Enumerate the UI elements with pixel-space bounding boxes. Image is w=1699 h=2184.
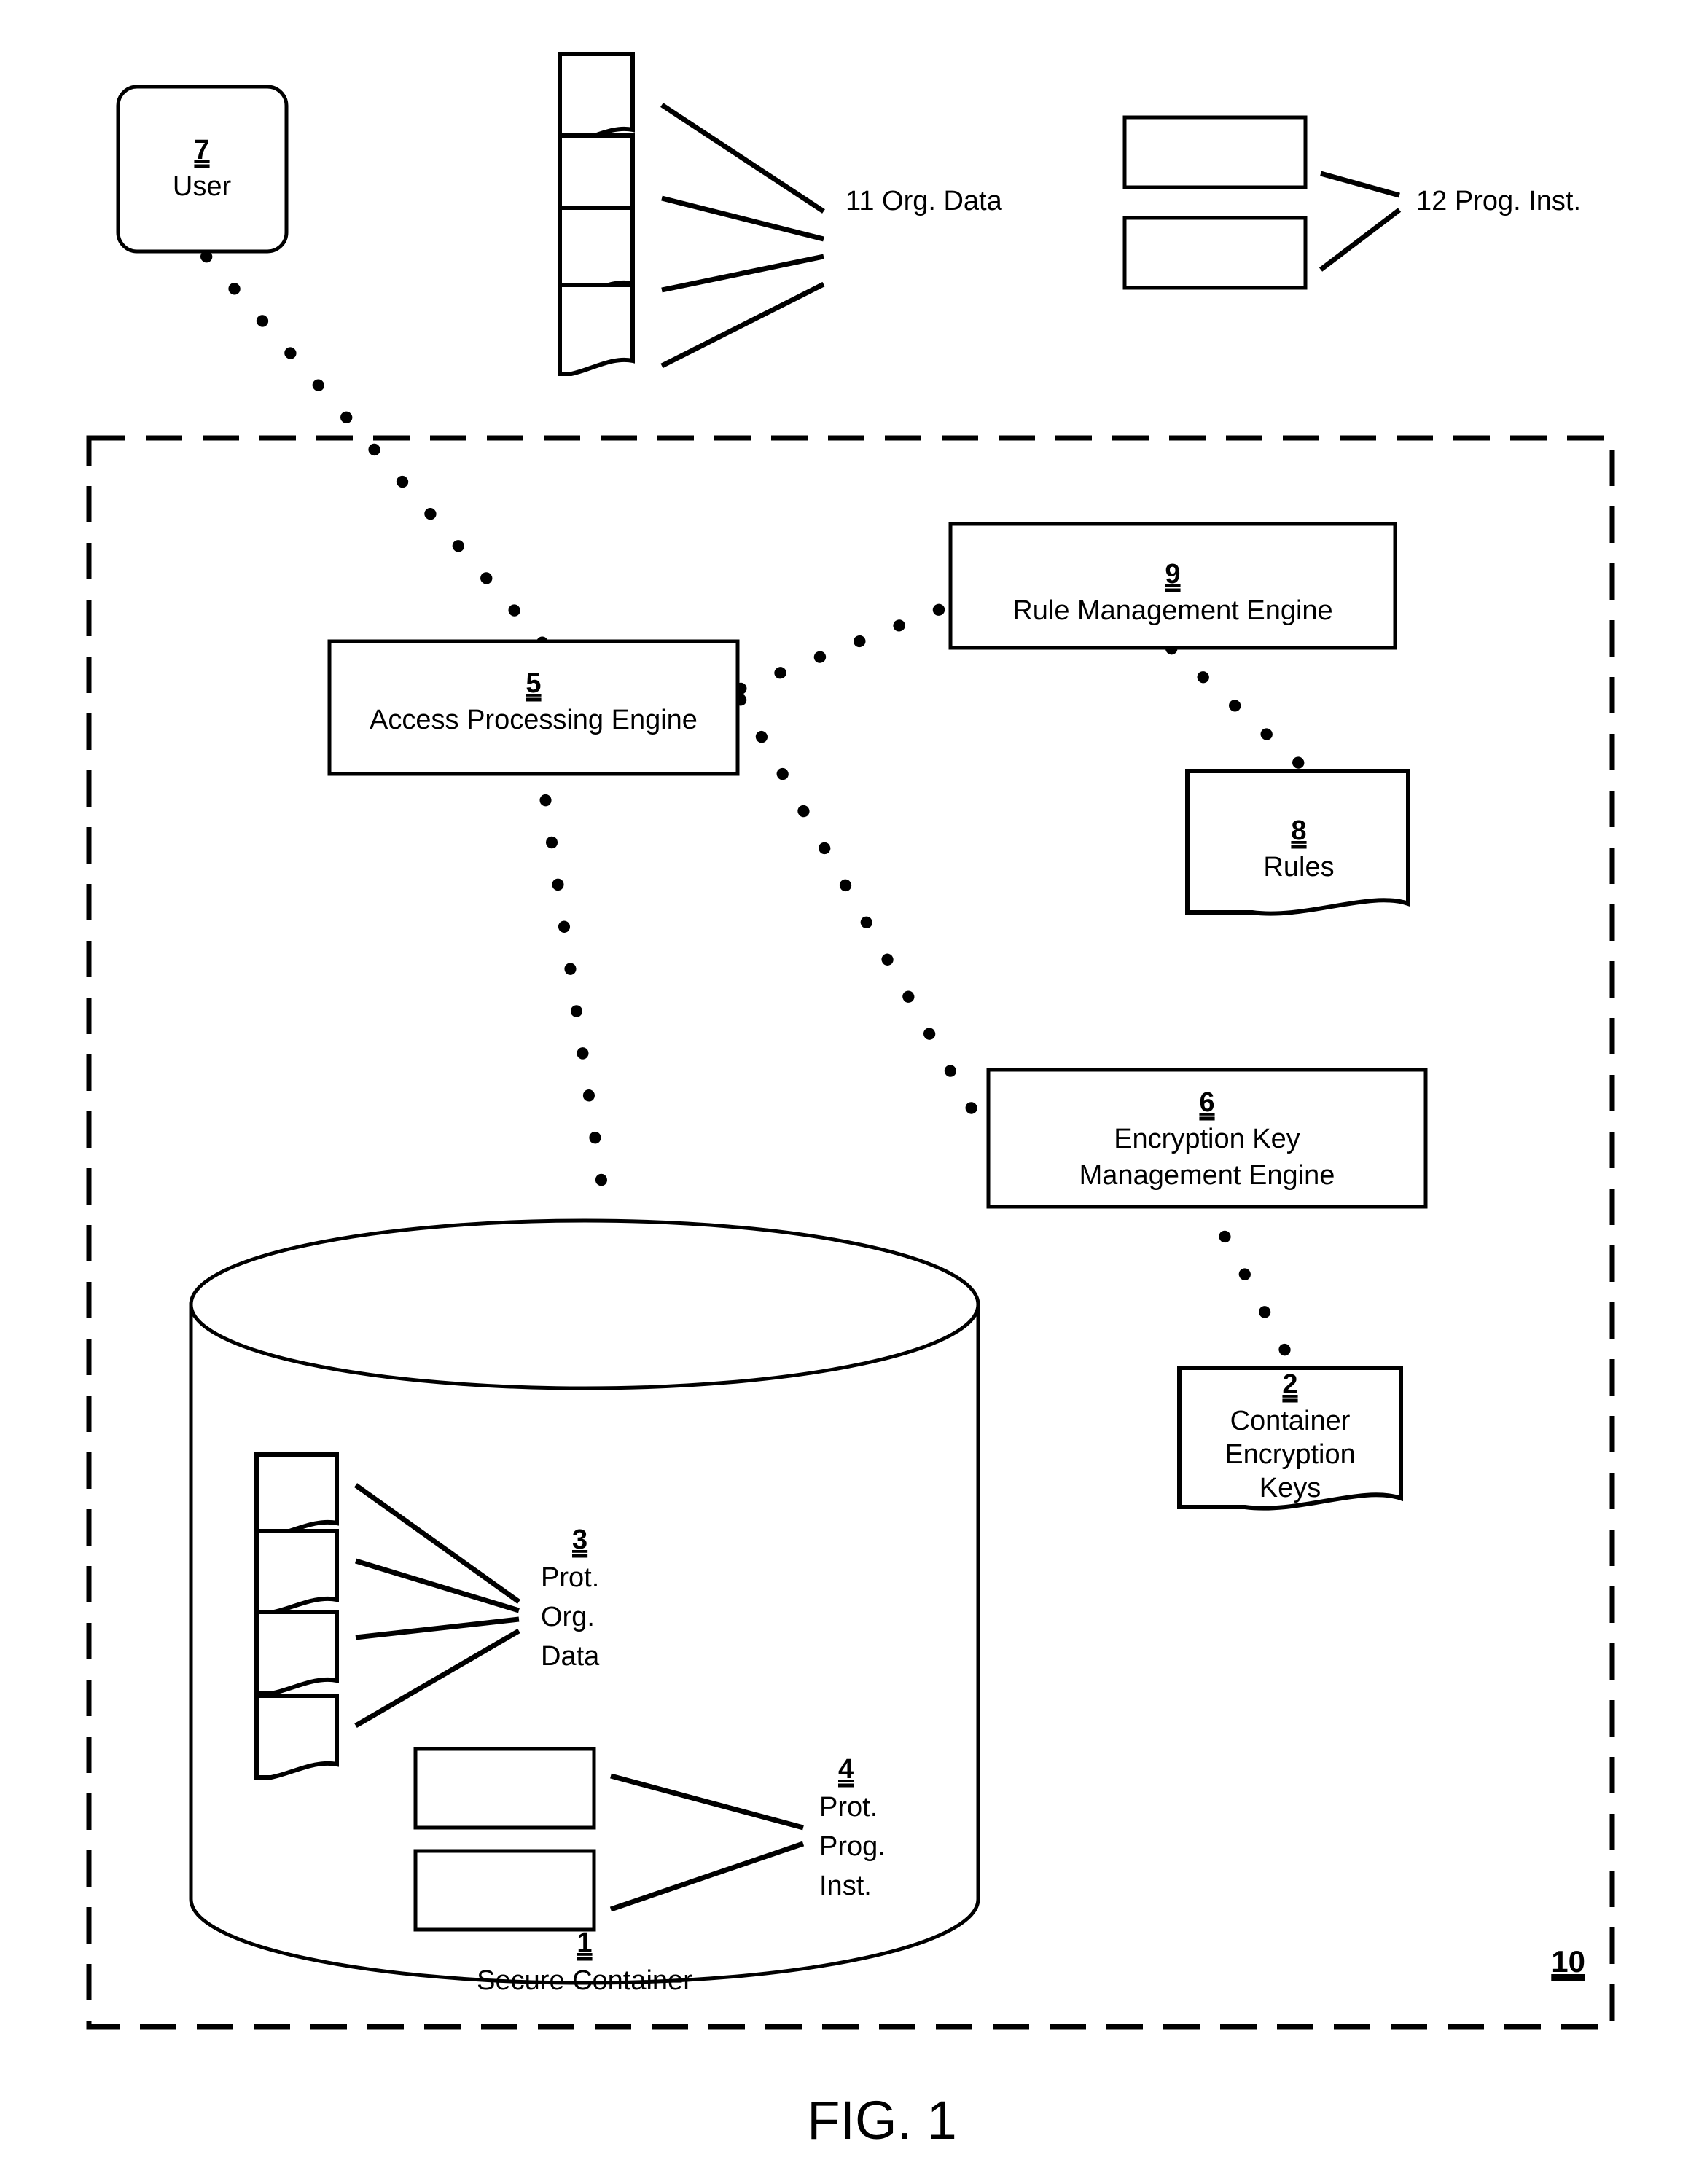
container-encryption-keys-label-line1: Container <box>1230 1406 1351 1436</box>
rules-node[interactable]: 8 Rules <box>1185 769 1410 916</box>
prot-org-data-document-1 <box>254 1452 339 1538</box>
prog-inst-group: 12 Prog. Inst. <box>1122 115 1581 290</box>
system-ref-number: 10 <box>1551 1944 1585 1978</box>
access-processing-engine-label: Access Processing Engine <box>370 705 698 735</box>
encryption-key-management-engine-label-line2: Management Engine <box>1079 1160 1335 1191</box>
container-encryption-keys-label-line3: Keys <box>1259 1473 1321 1503</box>
rules-ref-number: 8 <box>1291 815 1306 846</box>
connector-rule-engine-to-rules <box>1165 643 1307 771</box>
user-node[interactable]: 7 User <box>116 85 289 254</box>
rule-management-engine-node[interactable]: 9 Rule Management Engine <box>948 522 1397 650</box>
figure-caption: FIG. 1 <box>807 2090 957 2150</box>
connector-user-to-access-engine <box>200 251 560 662</box>
prot-prog-inst-box-2 <box>413 1849 596 1932</box>
org-data-group: 11 Org. Data <box>558 52 1003 376</box>
prot-prog-inst-box-1 <box>413 1747 596 1830</box>
rules-label: Rules <box>1263 852 1334 882</box>
prot-org-data-label-line2: Org. <box>541 1602 595 1632</box>
figure-canvas: 7 User 11 Org. Data 12 Prog. Inst. 10 5 … <box>0 0 1699 2184</box>
prog-inst-label: 12 Prog. Inst. <box>1416 186 1581 216</box>
org-data-leader-1 <box>660 103 825 214</box>
secure-container-node[interactable]: 3 Prot. Org. Data 4 Prot. Prog. Inst. 1 … <box>189 1218 980 1996</box>
prot-prog-inst-ref-number: 4 <box>838 1754 854 1785</box>
prot-org-data-document-3 <box>254 1610 339 1696</box>
connector-key-engine-to-keys <box>1199 1193 1297 1369</box>
rule-management-engine-label: Rule Management Engine <box>1012 595 1332 626</box>
prot-org-data-label-line1: Prot. <box>541 1562 599 1593</box>
prot-org-data-label-line3: Data <box>541 1641 600 1672</box>
encryption-key-management-engine-node[interactable]: 6 Encryption Key Management Engine <box>986 1068 1428 1209</box>
prot-org-data-ref-number: 3 <box>572 1525 587 1555</box>
prog-inst-box-1 <box>1122 115 1308 189</box>
encryption-key-management-engine-ref-number: 6 <box>1199 1087 1214 1118</box>
access-processing-engine-ref-number: 5 <box>526 668 541 699</box>
prot-prog-inst-label-line3: Inst. <box>819 1871 872 1901</box>
container-encryption-keys-label-line2: Encryption <box>1225 1439 1356 1470</box>
user-ref-number: 7 <box>194 135 209 165</box>
org-data-leader-4 <box>660 281 825 369</box>
secure-container-cylinder-top <box>189 1218 980 1390</box>
user-box[interactable] <box>116 85 289 254</box>
secure-container-label: Secure Container <box>477 1965 692 1996</box>
prot-org-data-document-2 <box>254 1529 339 1615</box>
prog-inst-box-2 <box>1122 216 1308 290</box>
user-label: User <box>173 171 232 202</box>
encryption-key-management-engine-label-line1: Encryption Key <box>1114 1124 1300 1154</box>
prot-prog-inst-label-line1: Prot. <box>819 1792 878 1823</box>
prot-prog-inst-label-line2: Prog. <box>819 1831 886 1862</box>
org-data-document-1 <box>558 52 635 145</box>
container-encryption-keys-node[interactable]: 2 Container Encryption Keys <box>1177 1366 1403 1511</box>
prog-inst-leader-1 <box>1320 171 1400 198</box>
connector-access-engine-to-container <box>534 752 609 1201</box>
prog-inst-leader-2 <box>1319 208 1402 272</box>
org-data-leader-3 <box>661 254 824 293</box>
connector-access-engine-to-key-engine <box>735 694 993 1143</box>
patent-figure-1: 7 User 11 Org. Data 12 Prog. Inst. 10 5 … <box>86 52 1615 2150</box>
secure-container-ref-number: 1 <box>577 1927 592 1958</box>
org-data-leader-2 <box>661 195 824 242</box>
access-processing-engine-node[interactable]: 5 Access Processing Engine <box>327 639 740 776</box>
org-data-label: 11 Org. Data <box>845 186 1003 216</box>
rule-management-engine-ref-number: 9 <box>1165 559 1180 590</box>
org-data-document-4 <box>558 283 635 376</box>
container-encryption-keys-ref-number: 2 <box>1282 1369 1297 1400</box>
prot-org-data-document-4 <box>254 1694 339 1780</box>
connector-access-engine-to-rule-engine <box>735 599 957 694</box>
